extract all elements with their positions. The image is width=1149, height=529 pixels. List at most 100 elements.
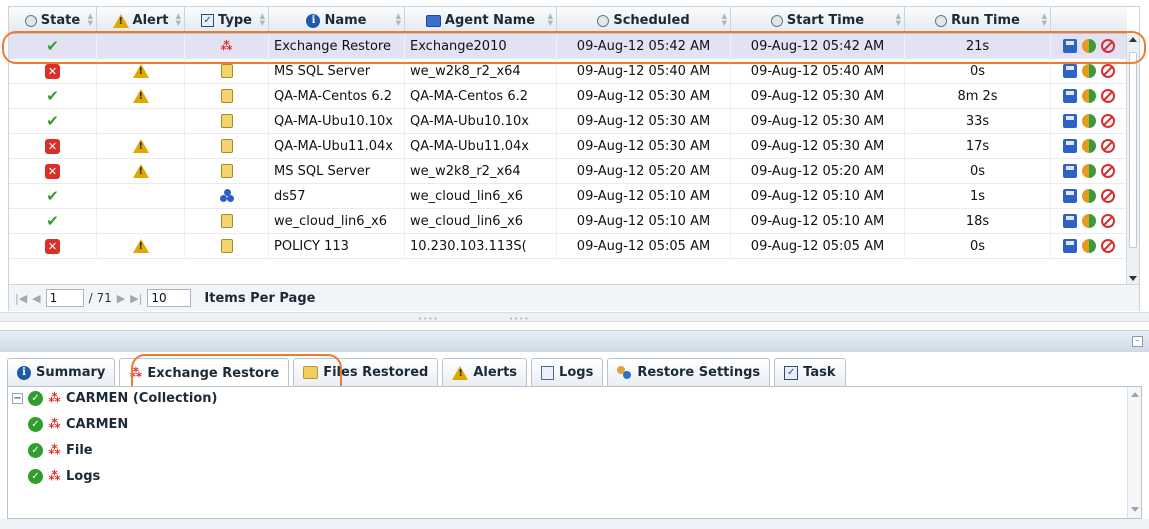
sort-arrows-icon[interactable]: ▲ ▼ — [396, 13, 401, 27]
cancel-icon[interactable] — [1101, 189, 1115, 203]
column-header-agent[interactable]: Agent Name ▲ ▼ — [405, 7, 557, 34]
prev-page-icon[interactable]: ◀ — [32, 292, 40, 305]
tree-node[interactable]: ✓ ⁂ CARMEN — [28, 417, 128, 432]
name-cell: MS SQL Server — [269, 158, 405, 184]
cancel-icon[interactable] — [1101, 164, 1115, 178]
next-page-icon[interactable]: ▶ — [117, 292, 125, 305]
first-page-icon[interactable]: |◀ — [15, 292, 27, 305]
cancel-icon[interactable] — [1101, 39, 1115, 53]
tab-exchange-restore[interactable]: ⁂ Exchange Restore — [119, 358, 290, 387]
run-time: 33s — [965, 113, 990, 129]
tree-node[interactable]: ✓ ⁂ File — [28, 443, 93, 458]
save-icon[interactable] — [1063, 89, 1077, 103]
tab-task[interactable]: ✓ Task — [774, 358, 846, 386]
grid-vertical-scrollbar[interactable] — [1126, 34, 1139, 284]
cancel-icon[interactable] — [1101, 239, 1115, 253]
pane-splitter[interactable]: •••• •••• — [0, 312, 1149, 323]
job-name: MS SQL Server — [274, 63, 371, 79]
run-cell: 33s — [905, 108, 1051, 134]
column-header-scheduled[interactable]: Scheduled ▲ ▼ — [557, 7, 731, 34]
column-header-name[interactable]: i Name ▲ ▼ — [269, 7, 405, 34]
scheduled-time: 09-Aug-12 05:42 AM — [576, 38, 711, 54]
tab-logs[interactable]: Logs — [531, 358, 604, 386]
column-header-state[interactable]: State ▲ ▼ — [9, 7, 97, 34]
cancel-icon[interactable] — [1101, 214, 1115, 228]
collapse-pane-icon[interactable]: – — [1132, 336, 1143, 347]
tree-node[interactable]: ✓ ⁂ Logs — [28, 469, 100, 484]
file-backup-icon — [220, 164, 233, 178]
restart-icon[interactable] — [1082, 114, 1096, 128]
scheduled-cell: 09-Aug-12 05:42 AM — [557, 34, 731, 59]
state-cell: ✕ — [9, 233, 97, 259]
restart-icon[interactable] — [1082, 64, 1096, 78]
job-row[interactable]: ✔ ds57 we_cloud_lin6_x6 09-Aug-12 05:10 AM 0… — [9, 183, 1127, 209]
save-icon[interactable] — [1063, 164, 1077, 178]
scrollbar-thumb[interactable] — [1129, 52, 1137, 248]
type-cell — [185, 108, 269, 134]
scroll-up-arrow-icon[interactable] — [1129, 37, 1137, 42]
start-cell: 09-Aug-12 05:30 AM — [731, 108, 905, 134]
column-header-run[interactable]: Run Time ▲ ▼ — [905, 7, 1051, 34]
save-icon[interactable] — [1063, 114, 1077, 128]
scroll-up-arrow-icon[interactable] — [1131, 392, 1139, 397]
page-number-input[interactable]: 1 — [45, 289, 84, 307]
restart-icon[interactable] — [1082, 139, 1096, 153]
actions-cell — [1051, 34, 1127, 59]
column-header-alert[interactable]: Alert ▲▼ — [97, 7, 185, 34]
items-per-page-input[interactable]: 10 — [147, 289, 192, 307]
job-row[interactable]: ✕ MS SQL Server we_w2k8_r2_x64 09-Aug-12 05… — [9, 58, 1127, 84]
tab-alerts[interactable]: Alerts — [442, 358, 528, 386]
sort-arrows-icon[interactable]: ▲ ▼ — [88, 13, 93, 27]
cancel-icon[interactable] — [1101, 64, 1115, 78]
restart-icon[interactable] — [1082, 39, 1096, 53]
tab-files-restored[interactable]: Files Restored — [293, 358, 439, 386]
sort-arrows-icon[interactable]: ▲ ▼ — [1042, 13, 1047, 27]
scheduled-time: 09-Aug-12 05:10 AM — [576, 188, 711, 204]
sort-arrows-icon[interactable]: ▲ ▼ — [260, 13, 265, 27]
sort-arrows-icon[interactable]: ▲ ▼ — [176, 13, 181, 27]
job-row[interactable]: ✔ ⁂ Exchange Restore Exchange2010 09-Aug-12 … — [9, 34, 1127, 59]
save-icon[interactable] — [1063, 64, 1077, 78]
sort-arrows-icon[interactable]: ▲ ▼ — [548, 13, 553, 27]
job-row[interactable]: ✔ QA-MA-Centos 6.2 QA-MA-Centos 6.2 09-Aug-… — [9, 83, 1127, 109]
restart-icon[interactable] — [1082, 189, 1096, 203]
job-row[interactable]: ✔ QA-MA-Ubu10.10x QA-MA-Ubu10.10x 09-Aug-12… — [9, 108, 1127, 134]
run-time: 0s — [969, 163, 986, 179]
sort-arrows-icon[interactable]: ▲ ▼ — [722, 13, 727, 27]
save-icon[interactable] — [1063, 189, 1077, 203]
tab-summary[interactable]: i Summary — [7, 358, 116, 386]
cancel-icon[interactable] — [1101, 139, 1115, 153]
restart-icon[interactable] — [1082, 164, 1096, 178]
job-row[interactable]: ✕ POLICY 113 10.230.103.113S(09-Aug-12 05:… — [9, 233, 1127, 259]
tree-node[interactable]: − ✓ ⁂ CARMEN (Collection) — [12, 391, 217, 406]
start-cell: 09-Aug-12 05:10 AM — [731, 183, 905, 209]
scroll-down-arrow-icon[interactable] — [1129, 276, 1137, 281]
success-check-icon: ✔ — [46, 187, 59, 205]
job-row[interactable]: ✔ we_cloud_lin6_x6 we_cloud_lin6_x6 09-Aug-… — [9, 208, 1127, 234]
save-icon[interactable] — [1063, 39, 1077, 53]
save-icon[interactable] — [1063, 239, 1077, 253]
save-icon[interactable] — [1063, 139, 1077, 153]
cancel-icon[interactable] — [1101, 114, 1115, 128]
sort-arrows-icon[interactable]: ▲ ▼ — [896, 13, 901, 27]
restart-icon[interactable] — [1082, 214, 1096, 228]
scroll-down-arrow-icon[interactable] — [1131, 507, 1139, 512]
success-check-icon: ✔ — [46, 212, 59, 230]
scheduled-time: 09-Aug-12 05:30 AM — [576, 88, 711, 104]
collapse-node-icon[interactable]: − — [12, 393, 23, 404]
tab-restore-settings[interactable]: Restore Settings — [607, 358, 771, 386]
actions-cell — [1051, 208, 1127, 234]
restart-icon[interactable] — [1082, 239, 1096, 253]
cluster-icon — [219, 189, 234, 203]
save-icon[interactable] — [1063, 214, 1077, 228]
last-page-icon[interactable]: ▶| — [130, 292, 142, 305]
success-check-icon: ✓ — [28, 417, 43, 432]
restart-icon[interactable] — [1082, 89, 1096, 103]
column-header-type[interactable]: ✓ Type ▲ ▼ — [185, 7, 269, 34]
job-row[interactable]: ✕ MS SQL Server we_w2k8_r2_x64 09-Aug-12 05… — [9, 158, 1127, 184]
job-row[interactable]: ✕ QA-MA-Ubu11.04x QA-MA-Ubu11.04x 09-Aug-12… — [9, 133, 1127, 159]
tree-vertical-scrollbar[interactable] — [1127, 387, 1141, 518]
column-header-start[interactable]: Start Time ▲ ▼ — [731, 7, 905, 34]
cancel-icon[interactable] — [1101, 89, 1115, 103]
column-header-label: Scheduled — [613, 13, 690, 28]
